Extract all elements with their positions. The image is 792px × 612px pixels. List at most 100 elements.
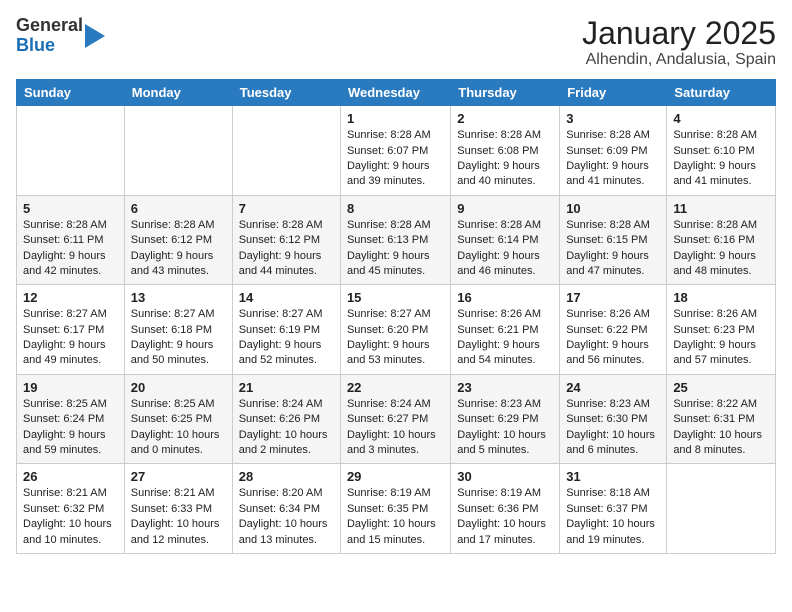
day-info: Sunrise: 8:28 AM Sunset: 6:11 PM Dayligh… xyxy=(23,218,118,280)
day-info: Sunrise: 8:27 AM Sunset: 6:20 PM Dayligh… xyxy=(347,307,444,369)
table-row: 16 Sunrise: 8:26 AM Sunset: 6:21 PM Dayli… xyxy=(451,285,560,375)
day-number: 21 xyxy=(239,380,334,395)
table-row xyxy=(17,106,125,196)
day-number: 17 xyxy=(566,290,660,305)
table-row: 26Sunrise: 8:21 AM Sunset: 6:32 PM Dayli… xyxy=(17,464,125,554)
day-info: Sunrise: 8:21 AM Sunset: 6:32 PM Dayligh… xyxy=(23,486,118,548)
day-number: 25 xyxy=(673,380,769,395)
table-row: 8 Sunrise: 8:28 AM Sunset: 6:13 PM Daylig… xyxy=(340,195,450,285)
calendar-week-row: 19 Sunrise: 8:25 AM Sunset: 6:24 PM Dayli… xyxy=(17,374,776,464)
table-row: 9 Sunrise: 8:28 AM Sunset: 6:14 PM Daylig… xyxy=(451,195,560,285)
day-number: 31 xyxy=(566,469,660,484)
table-row: 20Sunrise: 8:25 AM Sunset: 6:25 PM Dayli… xyxy=(124,374,232,464)
logo-text: General Blue xyxy=(16,16,83,56)
table-row: 19 Sunrise: 8:25 AM Sunset: 6:24 PM Dayli… xyxy=(17,374,125,464)
calendar-week-row: 26Sunrise: 8:21 AM Sunset: 6:32 PM Dayli… xyxy=(17,464,776,554)
calendar-subtitle: Alhendin, Andalusia, Spain xyxy=(582,51,776,69)
day-number: 16 xyxy=(457,290,553,305)
table-row: 23Sunrise: 8:23 AM Sunset: 6:29 PM Dayli… xyxy=(451,374,560,464)
day-info: Sunrise: 8:27 AM Sunset: 6:17 PM Dayligh… xyxy=(23,307,118,369)
day-number: 30 xyxy=(457,469,553,484)
day-number: 20 xyxy=(131,380,226,395)
table-row: 25Sunrise: 8:22 AM Sunset: 6:31 PM Dayli… xyxy=(667,374,776,464)
day-info: Sunrise: 8:19 AM Sunset: 6:35 PM Dayligh… xyxy=(347,486,444,548)
day-info: Sunrise: 8:20 AM Sunset: 6:34 PM Dayligh… xyxy=(239,486,334,548)
day-number: 18 xyxy=(673,290,769,305)
day-info: Sunrise: 8:28 AM Sunset: 6:10 PM Dayligh… xyxy=(673,128,769,190)
table-row: 24Sunrise: 8:23 AM Sunset: 6:30 PM Dayli… xyxy=(560,374,667,464)
day-number: 12 xyxy=(23,290,118,305)
calendar-header-row: Sunday Monday Tuesday Wednesday Thursday… xyxy=(17,80,776,106)
day-number: 5 xyxy=(23,201,118,216)
day-info: Sunrise: 8:28 AM Sunset: 6:15 PM Dayligh… xyxy=(566,218,660,280)
calendar-week-row: 1Sunrise: 8:28 AM Sunset: 6:07 PM Daylig… xyxy=(17,106,776,196)
page: General Blue January 2025 Alhendin, Anda… xyxy=(0,0,792,564)
day-info: Sunrise: 8:21 AM Sunset: 6:33 PM Dayligh… xyxy=(131,486,226,548)
table-row: 15 Sunrise: 8:27 AM Sunset: 6:20 PM Dayli… xyxy=(340,285,450,375)
day-number: 8 xyxy=(347,201,444,216)
day-info: Sunrise: 8:26 AM Sunset: 6:21 PM Dayligh… xyxy=(457,307,553,369)
day-info: Sunrise: 8:23 AM Sunset: 6:30 PM Dayligh… xyxy=(566,397,660,459)
day-number: 28 xyxy=(239,469,334,484)
calendar-week-row: 5 Sunrise: 8:28 AM Sunset: 6:11 PM Daylig… xyxy=(17,195,776,285)
day-info: Sunrise: 8:27 AM Sunset: 6:19 PM Dayligh… xyxy=(239,307,334,369)
col-saturday: Saturday xyxy=(667,80,776,106)
table-row: 7Sunrise: 8:28 AM Sunset: 6:12 PM Daylig… xyxy=(232,195,340,285)
table-row: 4 Sunrise: 8:28 AM Sunset: 6:10 PM Daylig… xyxy=(667,106,776,196)
day-number: 14 xyxy=(239,290,334,305)
table-row: 11 Sunrise: 8:28 AM Sunset: 6:16 PM Dayli… xyxy=(667,195,776,285)
day-number: 23 xyxy=(457,380,553,395)
day-number: 7 xyxy=(239,201,334,216)
day-info: Sunrise: 8:28 AM Sunset: 6:09 PM Dayligh… xyxy=(566,128,660,190)
day-info: Sunrise: 8:28 AM Sunset: 6:08 PM Dayligh… xyxy=(457,128,553,190)
table-row: 14 Sunrise: 8:27 AM Sunset: 6:19 PM Dayli… xyxy=(232,285,340,375)
day-number: 1 xyxy=(347,111,444,126)
col-monday: Monday xyxy=(124,80,232,106)
table-row: 27 Sunrise: 8:21 AM Sunset: 6:33 PM Dayli… xyxy=(124,464,232,554)
col-wednesday: Wednesday xyxy=(340,80,450,106)
col-sunday: Sunday xyxy=(17,80,125,106)
table-row xyxy=(667,464,776,554)
day-number: 9 xyxy=(457,201,553,216)
table-row: 5 Sunrise: 8:28 AM Sunset: 6:11 PM Daylig… xyxy=(17,195,125,285)
table-row: 22 Sunrise: 8:24 AM Sunset: 6:27 PM Dayli… xyxy=(340,374,450,464)
day-info: Sunrise: 8:28 AM Sunset: 6:16 PM Dayligh… xyxy=(673,218,769,280)
logo: General Blue xyxy=(16,16,105,56)
calendar-week-row: 12 Sunrise: 8:27 AM Sunset: 6:17 PM Dayli… xyxy=(17,285,776,375)
table-row xyxy=(124,106,232,196)
day-number: 22 xyxy=(347,380,444,395)
table-row: 28 Sunrise: 8:20 AM Sunset: 6:34 PM Dayli… xyxy=(232,464,340,554)
table-row: 12 Sunrise: 8:27 AM Sunset: 6:17 PM Dayli… xyxy=(17,285,125,375)
logo-blue: Blue xyxy=(16,36,83,56)
logo-general: General xyxy=(16,16,83,36)
day-info: Sunrise: 8:24 AM Sunset: 6:26 PM Dayligh… xyxy=(239,397,334,459)
day-number: 6 xyxy=(131,201,226,216)
day-number: 10 xyxy=(566,201,660,216)
table-row: 3 Sunrise: 8:28 AM Sunset: 6:09 PM Daylig… xyxy=(560,106,667,196)
col-tuesday: Tuesday xyxy=(232,80,340,106)
day-number: 3 xyxy=(566,111,660,126)
day-info: Sunrise: 8:28 AM Sunset: 6:14 PM Dayligh… xyxy=(457,218,553,280)
day-info: Sunrise: 8:28 AM Sunset: 6:13 PM Dayligh… xyxy=(347,218,444,280)
logo-icon xyxy=(85,24,105,48)
day-number: 13 xyxy=(131,290,226,305)
day-number: 19 xyxy=(23,380,118,395)
title-block: January 2025 Alhendin, Andalusia, Spain xyxy=(582,16,776,69)
table-row: 1Sunrise: 8:28 AM Sunset: 6:07 PM Daylig… xyxy=(340,106,450,196)
day-info: Sunrise: 8:24 AM Sunset: 6:27 PM Dayligh… xyxy=(347,397,444,459)
day-info: Sunrise: 8:25 AM Sunset: 6:24 PM Dayligh… xyxy=(23,397,118,459)
calendar-title: January 2025 xyxy=(582,16,776,51)
table-row: 31Sunrise: 8:18 AM Sunset: 6:37 PM Dayli… xyxy=(560,464,667,554)
day-number: 27 xyxy=(131,469,226,484)
day-info: Sunrise: 8:26 AM Sunset: 6:22 PM Dayligh… xyxy=(566,307,660,369)
day-number: 4 xyxy=(673,111,769,126)
table-row: 2Sunrise: 8:28 AM Sunset: 6:08 PM Daylig… xyxy=(451,106,560,196)
table-row: 18 Sunrise: 8:26 AM Sunset: 6:23 PM Dayli… xyxy=(667,285,776,375)
day-info: Sunrise: 8:28 AM Sunset: 6:12 PM Dayligh… xyxy=(131,218,226,280)
col-friday: Friday xyxy=(560,80,667,106)
table-row: 6 Sunrise: 8:28 AM Sunset: 6:12 PM Daylig… xyxy=(124,195,232,285)
day-number: 15 xyxy=(347,290,444,305)
day-info: Sunrise: 8:26 AM Sunset: 6:23 PM Dayligh… xyxy=(673,307,769,369)
table-row: 29Sunrise: 8:19 AM Sunset: 6:35 PM Dayli… xyxy=(340,464,450,554)
day-number: 11 xyxy=(673,201,769,216)
